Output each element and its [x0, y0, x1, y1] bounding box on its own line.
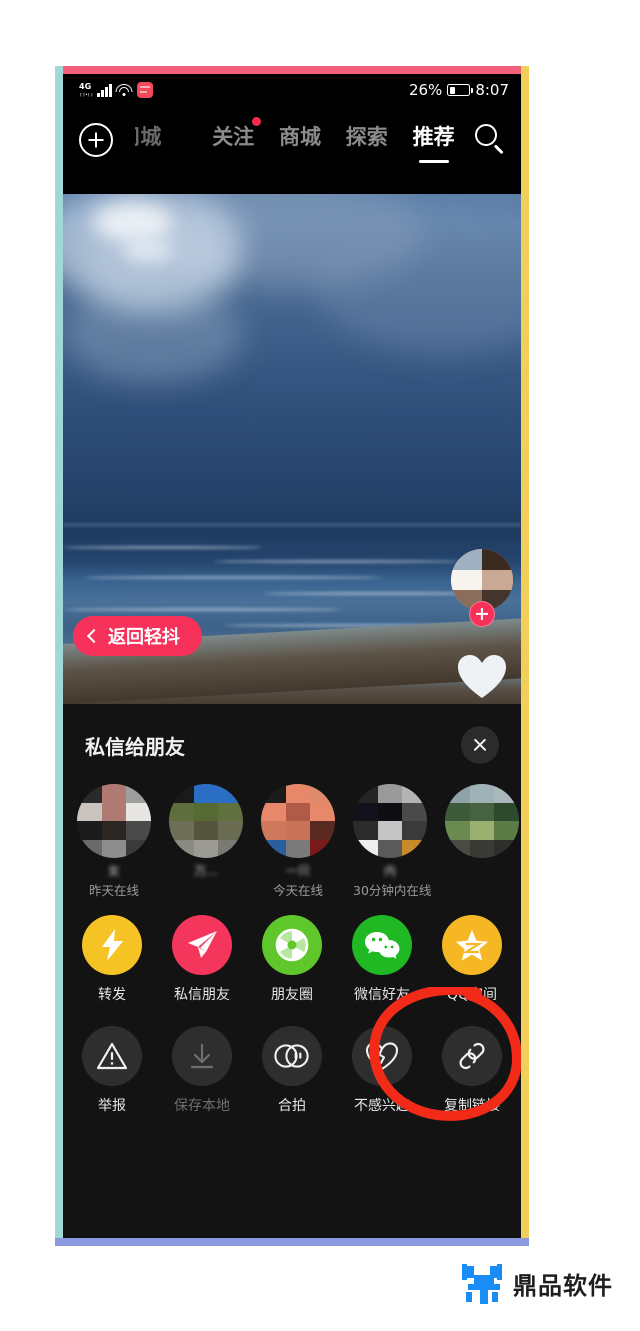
action-option-label: 合拍: [278, 1098, 306, 1114]
tab-shangcheng[interactable]: 商城: [279, 118, 321, 151]
share-option-wechat-friend[interactable]: 微信好友: [340, 915, 424, 1004]
tab-list: 司城 关注 商城 探索 推荐: [113, 117, 473, 163]
back-button-label: 返回轻抖: [108, 627, 180, 648]
avatar: [445, 784, 519, 858]
action-option-label: 复制链接: [444, 1098, 500, 1114]
download-icon: [172, 1026, 232, 1086]
share-option-forward[interactable]: 转发: [70, 915, 154, 1004]
signal-icon: [97, 83, 112, 97]
qzone-star-icon: [442, 915, 502, 975]
app-icon: [136, 82, 153, 98]
share-option-qzone[interactable]: QQ空间: [430, 915, 514, 1004]
action-option-label: 举报: [98, 1098, 126, 1114]
share-options-row: 转发 私信朋友 朋友圈 微信好友 QQ空间: [67, 915, 517, 1004]
search-icon[interactable]: [473, 122, 507, 156]
follow-button[interactable]: [469, 601, 495, 627]
share-option-label: 私信朋友: [174, 987, 230, 1003]
avatar: [353, 784, 427, 858]
list-item[interactable]: 女 昨天在线: [77, 784, 151, 899]
wechat-icon: [352, 915, 412, 975]
lightning-icon: [82, 915, 142, 975]
share-option-label: QQ空间: [446, 987, 498, 1003]
share-sheet-header: 私信给朋友: [63, 704, 521, 770]
friend-list: 女 昨天在线 万... 一只 今天在线 内 30分钟内在线: [63, 770, 521, 899]
share-option-moments[interactable]: 朋友圈: [250, 915, 334, 1004]
screenshot-root: 4G ╷╷.╷╷ 26% 8:07 城 关注 商城 探索 推荐 返回轻抖 私信给…: [0, 0, 640, 1331]
tab-tansuo[interactable]: 探索: [346, 118, 388, 151]
clock-label: 8:07: [475, 81, 509, 99]
aperture-icon: [262, 915, 322, 975]
cloud-highlight: [93, 202, 173, 242]
wifi-icon: [115, 83, 133, 97]
share-sheet: 私信给朋友 女 昨天在线 万... 一只 今天在线 内 30分钟内在线 转发 私…: [63, 704, 521, 1238]
paper-plane-icon: [172, 915, 232, 975]
dingpin-logo-icon: [462, 1264, 502, 1304]
friend-name: 女: [107, 864, 120, 877]
status-bar-right: 26% 8:07: [409, 81, 509, 99]
share-row-block: 转发 私信朋友 朋友圈 微信好友 QQ空间: [63, 899, 521, 1004]
avatar: [169, 784, 243, 858]
duet-icon: [262, 1026, 322, 1086]
friend-name: [445, 862, 519, 877]
network-type-label: 4G ╷╷.╷╷: [79, 82, 94, 97]
friend-status: 30分钟内在线: [353, 883, 432, 898]
action-option-copy-link[interactable]: 复制链接: [430, 1026, 514, 1115]
action-options-row: 举报 保存本地 合拍 不感兴趣 复制链接: [67, 1026, 517, 1115]
action-option-not-interested[interactable]: 不感兴趣: [340, 1026, 424, 1115]
action-option-report[interactable]: 举报: [70, 1026, 154, 1115]
battery-percent-label: 26%: [408, 81, 443, 99]
action-row-block: 举报 保存本地 合拍 不感兴趣 复制链接: [63, 987, 521, 1121]
share-option-direct-message[interactable]: 私信朋友: [160, 915, 244, 1004]
horizon-line: [63, 524, 521, 526]
back-to-app-button[interactable]: 返回轻抖: [73, 616, 202, 656]
share-option-label: 微信好友: [354, 987, 410, 1003]
share-option-label: 朋友圈: [271, 987, 313, 1003]
phone-screen: 4G ╷╷.╷╷ 26% 8:07 城 关注 商城 探索 推荐 返回轻抖 私信给…: [63, 74, 521, 1238]
broken-heart-icon: [352, 1026, 412, 1086]
status-bar-left: 4G ╷╷.╷╷: [79, 82, 153, 98]
action-option-label: 不感兴趣: [354, 1098, 410, 1114]
action-option-label: 保存本地: [174, 1098, 230, 1114]
watermark-label: 鼎品软件: [513, 1271, 613, 1300]
frame-edge-left: [55, 66, 63, 1246]
tab-tuijian[interactable]: 推荐: [413, 118, 455, 163]
list-item[interactable]: 一只 今天在线: [261, 784, 335, 899]
plus-circle-icon[interactable]: [79, 123, 113, 157]
list-item[interactable]: [445, 784, 519, 899]
video-player[interactable]: 返回轻抖: [63, 194, 521, 704]
frame-edge-bottom: [55, 1238, 529, 1246]
friend-name: 万...: [194, 864, 218, 877]
avatar: [77, 784, 151, 858]
watermark: 鼎品软件: [460, 1262, 613, 1304]
active-tab-underline: [418, 160, 449, 163]
link-icon: [442, 1026, 502, 1086]
avatar: [261, 784, 335, 858]
share-option-label: 转发: [98, 987, 126, 1003]
list-item[interactable]: 内 30分钟内在线: [353, 784, 432, 899]
share-sheet-title: 私信给朋友: [85, 734, 185, 759]
frame-edge-top: [55, 66, 529, 74]
close-icon[interactable]: [461, 726, 499, 764]
heart-icon[interactable]: [456, 654, 508, 700]
cloud-shape: [63, 284, 243, 384]
warning-triangle-icon: [82, 1026, 142, 1086]
creator-panel: [451, 549, 513, 698]
list-item[interactable]: 万...: [169, 784, 243, 899]
cloud-highlight: [123, 239, 173, 264]
friend-name: 一只: [285, 864, 310, 877]
frame-edge-right: [521, 66, 529, 1246]
action-option-save-local[interactable]: 保存本地: [160, 1026, 244, 1115]
phone-frame: 4G ╷╷.╷╷ 26% 8:07 城 关注 商城 探索 推荐 返回轻抖 私信给…: [55, 66, 529, 1246]
chevron-left-icon: [86, 628, 102, 644]
tab-tongcheng[interactable]: 司城: [135, 118, 187, 151]
friend-name: 内: [383, 864, 396, 877]
friend-status: 今天在线: [272, 883, 323, 898]
battery-icon: [447, 84, 474, 96]
top-navigation-bar: 司城 关注 商城 探索 推荐: [63, 106, 521, 194]
tab-guanzhu[interactable]: 关注: [212, 117, 262, 151]
friend-status: 昨天在线: [88, 883, 139, 898]
notification-dot: [252, 117, 262, 126]
status-bar: 4G ╷╷.╷╷ 26% 8:07: [63, 74, 521, 106]
action-option-duet[interactable]: 合拍: [250, 1026, 334, 1115]
